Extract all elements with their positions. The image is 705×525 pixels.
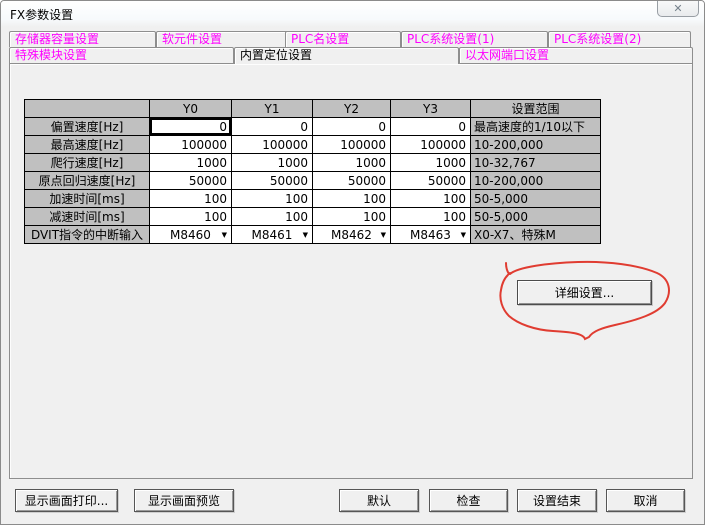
cell-creep-speed-y0[interactable]: 1000 xyxy=(150,154,232,172)
cell-max-speed-y2[interactable]: 100000 xyxy=(313,136,391,154)
cell-acceleration-time-y0[interactable]: 100 xyxy=(150,190,232,208)
range-zero-return-speed: 10-200,000 xyxy=(471,172,601,190)
range-max-speed: 10-200,000 xyxy=(471,136,601,154)
cell-creep-speed-y2[interactable]: 1000 xyxy=(313,154,391,172)
chevron-down-icon: ▼ xyxy=(461,231,466,239)
cell-creep-speed-y1[interactable]: 1000 xyxy=(232,154,313,172)
row-label-zero-return-speed: 原点回归速度[Hz] xyxy=(25,172,150,190)
tab-device-settings[interactable]: 软元件设置 xyxy=(156,31,288,47)
titlebar: FX参数设置 ✕ xyxy=(1,1,704,27)
tab-plc-system-1[interactable]: PLC系统设置(1) xyxy=(401,31,548,47)
cell-acceleration-time-y2[interactable]: 100 xyxy=(313,190,391,208)
table-row-deceleration-time: 减速时间[ms]10010010010050-5,000 xyxy=(25,208,601,226)
col-header-y3: Y3 xyxy=(391,100,471,118)
dropdown-value: M8463 xyxy=(410,228,451,242)
row-label-deceleration-time: 减速时间[ms] xyxy=(25,208,150,226)
tab-special-module[interactable]: 特殊模块设置 xyxy=(9,47,234,63)
range-creep-speed: 10-32,767 xyxy=(471,154,601,172)
table-row-acceleration-time: 加速时间[ms]10010010010050-5,000 xyxy=(25,190,601,208)
default-button[interactable]: 默认 xyxy=(339,489,419,512)
close-icon: ✕ xyxy=(673,2,682,16)
chevron-down-icon: ▼ xyxy=(381,231,386,239)
cell-max-speed-y3[interactable]: 100000 xyxy=(391,136,471,154)
dropdown-dvit-interrupt-input-y0[interactable]: M8460 ▼ xyxy=(150,226,232,244)
cell-zero-return-speed-y3[interactable]: 50000 xyxy=(391,172,471,190)
tab-builtin-positioning[interactable]: 内置定位设置 xyxy=(234,47,459,64)
tab-memory-capacity[interactable]: 存储器容量设置 xyxy=(9,31,156,47)
setting-finish-button[interactable]: 设置结束 xyxy=(517,489,597,512)
table-row-max-speed: 最高速度[Hz]10000010000010000010000010-200,0… xyxy=(25,136,601,154)
dropdown-dvit-interrupt-input-y3[interactable]: M8463 ▼ xyxy=(391,226,471,244)
table-header-row: Y0Y1Y2Y3设置范围 xyxy=(25,100,601,118)
display-screen-print-button[interactable]: 显示画面打印... xyxy=(15,489,118,512)
dropdown-dvit-interrupt-input-y1[interactable]: M8461 ▼ xyxy=(232,226,313,244)
tab-ethernet-port[interactable]: 以太网端口设置 xyxy=(459,47,693,63)
range-bias-speed: 最高速度的1/10以下 xyxy=(471,118,601,136)
table-row-dvit-interrupt-input: DVIT指令的中断输入 M8460 ▼ M8461 ▼ M8462 ▼ M8463 ▼ X0-X7… xyxy=(25,226,601,244)
cell-max-speed-y1[interactable]: 100000 xyxy=(232,136,313,154)
positioning-tab-panel: Y0Y1Y2Y3设置范围 偏置速度[Hz]0000最高速度的1/10以下最高速度… xyxy=(9,63,693,479)
dropdown-value: M8462 xyxy=(331,228,372,242)
cell-zero-return-speed-y2[interactable]: 50000 xyxy=(313,172,391,190)
cell-bias-speed-y2[interactable]: 0 xyxy=(313,118,391,136)
cell-deceleration-time-y1[interactable]: 100 xyxy=(232,208,313,226)
row-label-dvit-interrupt-input: DVIT指令的中断输入 xyxy=(25,226,150,244)
row-label-acceleration-time: 加速时间[ms] xyxy=(25,190,150,208)
range-deceleration-time: 50-5,000 xyxy=(471,208,601,226)
cancel-button[interactable]: 取消 xyxy=(606,489,685,512)
table-row-zero-return-speed: 原点回归速度[Hz]5000050000500005000010-200,000 xyxy=(25,172,601,190)
chevron-down-icon: ▼ xyxy=(222,231,227,239)
tab-plc-system-2[interactable]: PLC系统设置(2) xyxy=(548,31,691,47)
cell-acceleration-time-y3[interactable]: 100 xyxy=(391,190,471,208)
fx-parameter-dialog: FX参数设置 ✕ 存储器容量设置软元件设置PLC名设置PLC系统设置(1)PLC… xyxy=(0,0,705,525)
dropdown-value: M8461 xyxy=(252,228,293,242)
tab-plc-name[interactable]: PLC名设置 xyxy=(285,31,401,47)
table-row-bias-speed: 偏置速度[Hz]0000最高速度的1/10以下 xyxy=(25,118,601,136)
cell-deceleration-time-y3[interactable]: 100 xyxy=(391,208,471,226)
detail-settings-button[interactable]: 详细设置... xyxy=(517,280,652,305)
col-header-y0: Y0 xyxy=(150,100,232,118)
cell-bias-speed-y3[interactable]: 0 xyxy=(391,118,471,136)
cell-bias-speed-y1[interactable]: 0 xyxy=(232,118,313,136)
cell-max-speed-y0[interactable]: 100000 xyxy=(150,136,232,154)
range-acceleration-time: 50-5,000 xyxy=(471,190,601,208)
cell-acceleration-time-y1[interactable]: 100 xyxy=(232,190,313,208)
table-row-creep-speed: 爬行速度[Hz]100010001000100010-32,767 xyxy=(25,154,601,172)
col-header-y1: Y1 xyxy=(232,100,313,118)
col-header-range: 设置范围 xyxy=(471,100,601,118)
chevron-down-icon: ▼ xyxy=(303,231,308,239)
cell-bias-speed-y0[interactable]: 0 xyxy=(150,118,232,136)
col-header-y2: Y2 xyxy=(313,100,391,118)
cell-zero-return-speed-y1[interactable]: 50000 xyxy=(232,172,313,190)
cell-creep-speed-y3[interactable]: 1000 xyxy=(391,154,471,172)
check-button[interactable]: 检查 xyxy=(429,489,508,512)
row-label-bias-speed: 偏置速度[Hz] xyxy=(25,118,150,136)
positioning-settings-table: Y0Y1Y2Y3设置范围 偏置速度[Hz]0000最高速度的1/10以下最高速度… xyxy=(24,99,601,244)
cell-zero-return-speed-y0[interactable]: 50000 xyxy=(150,172,232,190)
range-dvit-interrupt-input: X0-X7、特殊M xyxy=(471,226,601,244)
row-label-max-speed: 最高速度[Hz] xyxy=(25,136,150,154)
window-title: FX参数设置 xyxy=(10,6,73,23)
cell-deceleration-time-y0[interactable]: 100 xyxy=(150,208,232,226)
dropdown-dvit-interrupt-input-y2[interactable]: M8462 ▼ xyxy=(313,226,391,244)
cell-deceleration-time-y2[interactable]: 100 xyxy=(313,208,391,226)
dropdown-value: M8460 xyxy=(170,228,211,242)
row-label-creep-speed: 爬行速度[Hz] xyxy=(25,154,150,172)
close-button[interactable]: ✕ xyxy=(657,0,699,17)
display-screen-preview-button[interactable]: 显示画面预览 xyxy=(134,489,234,512)
col-header-row-label xyxy=(25,100,150,118)
